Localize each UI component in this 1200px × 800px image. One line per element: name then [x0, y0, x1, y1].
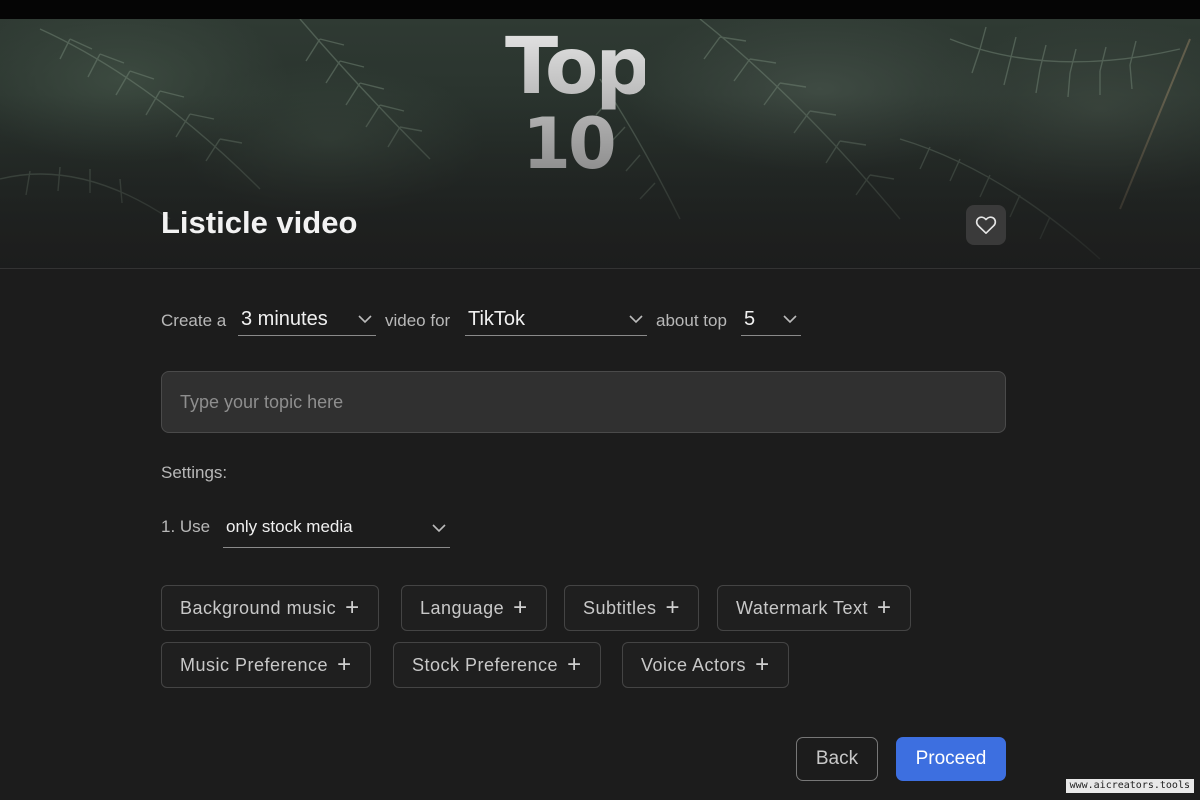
option-language[interactable]: Language +	[401, 585, 547, 631]
back-button[interactable]: Back	[796, 737, 878, 781]
duration-value: 3 minutes	[241, 308, 328, 330]
count-value: 5	[744, 308, 756, 330]
plus-icon: +	[345, 594, 360, 621]
option-voice-actors[interactable]: Voice Actors +	[622, 642, 789, 688]
option-label: Watermark Text	[736, 597, 869, 618]
option-label: Background music	[180, 597, 337, 618]
plus-icon: +	[665, 594, 681, 621]
plus-icon: +	[337, 651, 352, 678]
media-source-select[interactable]: only stock media	[223, 512, 450, 548]
favorite-button[interactable]	[966, 205, 1006, 245]
chevron-down-icon	[358, 315, 372, 324]
top-graphic-line1: Top	[505, 22, 649, 112]
count-select[interactable]: 5	[741, 306, 801, 336]
window-top-bar	[0, 0, 1200, 19]
top-10-graphic: Top 10	[505, 25, 645, 179]
proceed-button[interactable]: Proceed	[896, 737, 1006, 781]
video-for-label: video for	[385, 311, 451, 330]
media-source-value: only stock media	[226, 517, 353, 536]
topic-input[interactable]	[161, 371, 1006, 433]
settings-label: Settings:	[161, 463, 228, 482]
chevron-down-icon	[783, 315, 797, 324]
platform-value: TikTok	[468, 308, 526, 330]
heart-icon	[975, 216, 997, 234]
option-label: Stock Preference	[412, 654, 559, 675]
option-label: Voice Actors	[641, 654, 747, 675]
page-title: Listicle video	[161, 205, 358, 240]
plus-icon: +	[877, 594, 892, 621]
plus-icon: +	[567, 651, 582, 678]
top-graphic-line2: 10	[522, 103, 614, 185]
site-watermark: www.aicreators.tools	[1065, 779, 1194, 793]
duration-select[interactable]: 3 minutes	[238, 306, 376, 336]
plus-icon: +	[755, 651, 770, 678]
chevron-down-icon	[432, 524, 446, 533]
option-music-preference[interactable]: Music Preference +	[161, 642, 371, 688]
chevron-down-icon	[629, 315, 643, 324]
platform-select[interactable]: TikTok	[465, 306, 647, 336]
option-background-music[interactable]: Background music +	[161, 585, 379, 631]
option-label: Subtitles	[583, 597, 657, 618]
option-label: Music Preference	[180, 654, 329, 675]
option-label: Language	[420, 597, 505, 618]
plus-icon: +	[513, 594, 528, 621]
option-subtitles[interactable]: Subtitles +	[564, 585, 700, 631]
about-top-label: about top	[656, 311, 727, 330]
create-label: Create a	[161, 311, 227, 330]
option-stock-preference[interactable]: Stock Preference +	[393, 642, 601, 688]
header-divider	[0, 268, 1200, 269]
option-watermark-text[interactable]: Watermark Text +	[717, 585, 911, 631]
use-label: 1. Use	[161, 517, 211, 536]
